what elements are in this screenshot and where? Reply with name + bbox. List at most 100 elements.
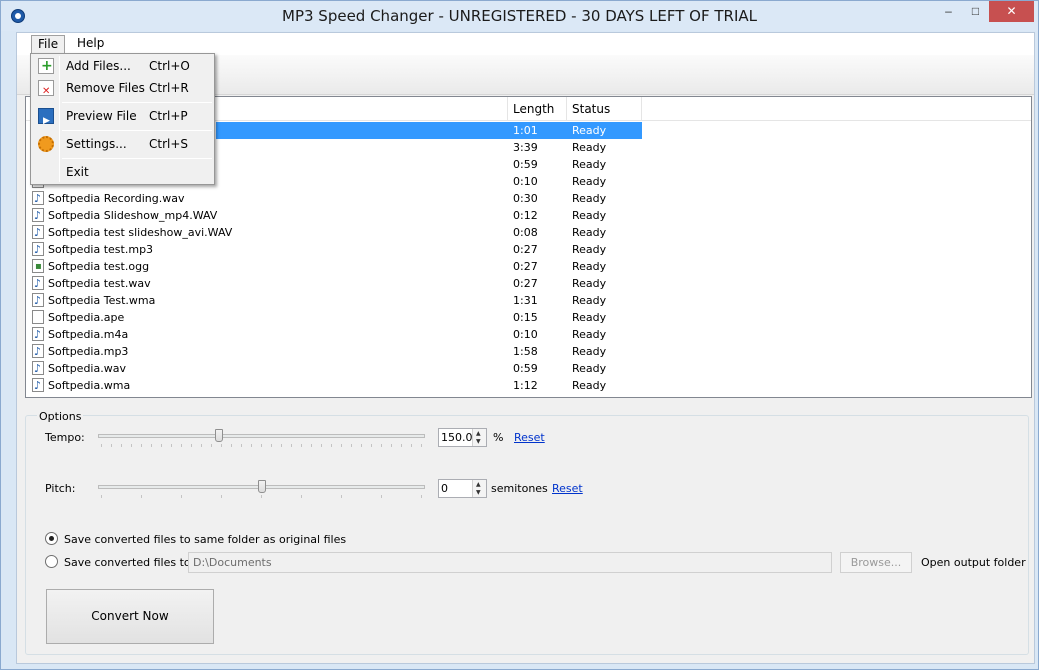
file-length-cell: 0:30 <box>513 192 538 205</box>
maximize-button[interactable]: □ <box>962 1 989 22</box>
audio-file-icon <box>32 275 44 292</box>
spin-up-icon[interactable]: ▲ <box>476 430 481 437</box>
settings-icon <box>38 136 54 152</box>
app-window: MP3 Speed Changer - UNREGISTERED - 30 DA… <box>0 0 1039 670</box>
tempo-spin-buttons[interactable]: ▲ ▼ <box>472 429 486 446</box>
column-header-status[interactable]: Status <box>567 97 642 121</box>
browse-button[interactable]: Browse... <box>840 552 912 573</box>
audio-file-icon <box>32 326 44 343</box>
file-list-row[interactable]: Softpedia test.wav 0:27 Ready <box>26 275 1031 292</box>
file-length-cell: 1:01 <box>508 122 567 139</box>
file-list-row[interactable]: Softpedia test slideshow_avi.WAV 0:08 Read… <box>26 224 1031 241</box>
file-list-row[interactable]: Softpedia.wav 0:59 Ready <box>26 360 1031 377</box>
file-status-cell: Ready <box>572 175 607 188</box>
spin-down-icon[interactable]: ▼ <box>476 489 481 496</box>
menu-separator <box>62 102 212 103</box>
slider-tick <box>101 444 102 447</box>
slider-tick <box>421 444 422 447</box>
remove-files-icon <box>38 80 54 103</box>
file-list-row[interactable]: Softpedia test.mp3 0:27 Ready <box>26 241 1031 258</box>
menu-help[interactable]: Help <box>71 35 110 53</box>
file-list-row[interactable]: Softpedia.m4a 0:10 Ready <box>26 326 1031 343</box>
menu-item-label: Exit <box>66 165 89 179</box>
file-list-row[interactable]: Softpedia test.ogg 0:27 Ready <box>26 258 1031 275</box>
window-title: MP3 Speed Changer - UNREGISTERED - 30 DA… <box>282 7 757 25</box>
file-menu-dropdown: Add Files... Ctrl+O Remove Files Ctrl+R … <box>30 53 215 185</box>
minimize-button[interactable]: – <box>935 1 962 22</box>
pitch-slider-thumb[interactable] <box>258 480 266 493</box>
file-list-row[interactable]: Softpedia.ape 0:15 Ready <box>26 309 1031 326</box>
save-same-folder-label[interactable]: Save converted files to same folder as o… <box>64 533 346 546</box>
file-list-row[interactable]: Softpedia Recording.wav 0:30 Ready <box>26 190 1031 207</box>
file-name-cell: Softpedia.ape <box>48 311 125 324</box>
audio-file-icon <box>32 241 44 258</box>
tempo-value: 150.0 <box>441 431 473 444</box>
file-status-cell: Ready <box>572 260 607 273</box>
file-status-cell: Ready <box>567 122 642 139</box>
slider-tick <box>141 495 142 498</box>
tempo-spinner[interactable]: 150.0 ▲ ▼ <box>438 428 487 447</box>
file-name-cell: Softpedia.wav <box>48 362 126 375</box>
pitch-spin-buttons[interactable]: ▲ ▼ <box>472 480 486 497</box>
audio-file-icon <box>32 292 44 309</box>
slider-tick <box>111 444 112 447</box>
pitch-spinner[interactable]: 0 ▲ ▼ <box>438 479 487 498</box>
output-path-field[interactable]: D:\Documents <box>188 552 832 573</box>
column-header-length[interactable]: Length <box>508 97 567 121</box>
tempo-slider-track[interactable] <box>98 434 425 438</box>
options-legend: Options <box>37 410 84 423</box>
slider-tick <box>311 444 312 447</box>
menu-item-settings[interactable]: Settings... Ctrl+S <box>33 133 212 155</box>
menu-file[interactable]: File <box>31 35 66 53</box>
file-length-cell: 0:15 <box>513 311 538 324</box>
audio-file-icon <box>32 224 44 241</box>
add-files-icon <box>38 55 54 77</box>
menu-item-exit[interactable]: Exit <box>33 161 212 183</box>
slider-tick <box>221 495 222 498</box>
menu-separator <box>62 158 212 159</box>
tempo-label: Tempo: <box>45 431 85 444</box>
file-status-cell: Ready <box>572 158 607 171</box>
save-to-folder-label[interactable]: Save converted files to <box>64 556 191 569</box>
menu-item-label: Remove Files <box>66 81 145 95</box>
file-length-cell: 0:08 <box>513 226 538 239</box>
tempo-reset-link[interactable]: Reset <box>514 431 545 444</box>
menu-item-remove-files[interactable]: Remove Files Ctrl+R <box>33 77 212 103</box>
slider-tick <box>131 444 132 447</box>
save-to-folder-radio[interactable] <box>45 555 58 568</box>
slider-tick <box>341 495 342 498</box>
tempo-slider-thumb[interactable] <box>215 429 223 442</box>
pitch-label: Pitch: <box>45 482 76 495</box>
file-list-row[interactable]: Softpedia Slideshow_mp4.WAV 0:12 Ready <box>26 207 1031 224</box>
file-status-cell: Ready <box>572 294 607 307</box>
convert-now-button[interactable]: Convert Now <box>46 589 214 644</box>
file-list-row[interactable]: Softpedia Test.wma 1:31 Ready <box>26 292 1031 309</box>
menu-item-add-files[interactable]: Add Files... Ctrl+O <box>33 55 212 77</box>
spin-down-icon[interactable]: ▼ <box>476 438 481 445</box>
slider-tick <box>191 444 192 447</box>
file-length-cell: 1:58 <box>513 345 538 358</box>
slider-tick <box>261 495 262 498</box>
close-button[interactable]: ✕ <box>989 1 1034 22</box>
slider-tick <box>381 495 382 498</box>
open-output-folder-link[interactable]: Open output folder <box>921 556 1026 569</box>
file-name-cell: Softpedia.mp3 <box>48 345 129 358</box>
file-length-cell: 0:59 <box>513 362 538 375</box>
menu-item-label: Add Files... <box>66 59 131 73</box>
file-list-row[interactable]: Softpedia.wma 1:12 Ready <box>26 377 1031 394</box>
file-status-cell: Ready <box>572 209 607 222</box>
slider-tick <box>101 495 102 498</box>
spin-up-icon[interactable]: ▲ <box>476 481 481 488</box>
file-status-cell: Ready <box>572 362 607 375</box>
audio-file-icon <box>32 310 44 324</box>
menu-bar: File Help <box>17 33 1034 55</box>
slider-tick <box>151 444 152 447</box>
title-bar[interactable]: MP3 Speed Changer - UNREGISTERED - 30 DA… <box>1 1 1038 31</box>
audio-file-icon <box>32 190 44 207</box>
slider-tick <box>181 444 182 447</box>
slider-tick <box>291 444 292 447</box>
menu-item-preview-file[interactable]: Preview File Ctrl+P <box>33 105 212 132</box>
file-list-row[interactable]: Softpedia.mp3 1:58 Ready <box>26 343 1031 360</box>
save-same-folder-radio[interactable] <box>45 532 58 545</box>
pitch-reset-link[interactable]: Reset <box>552 482 583 495</box>
